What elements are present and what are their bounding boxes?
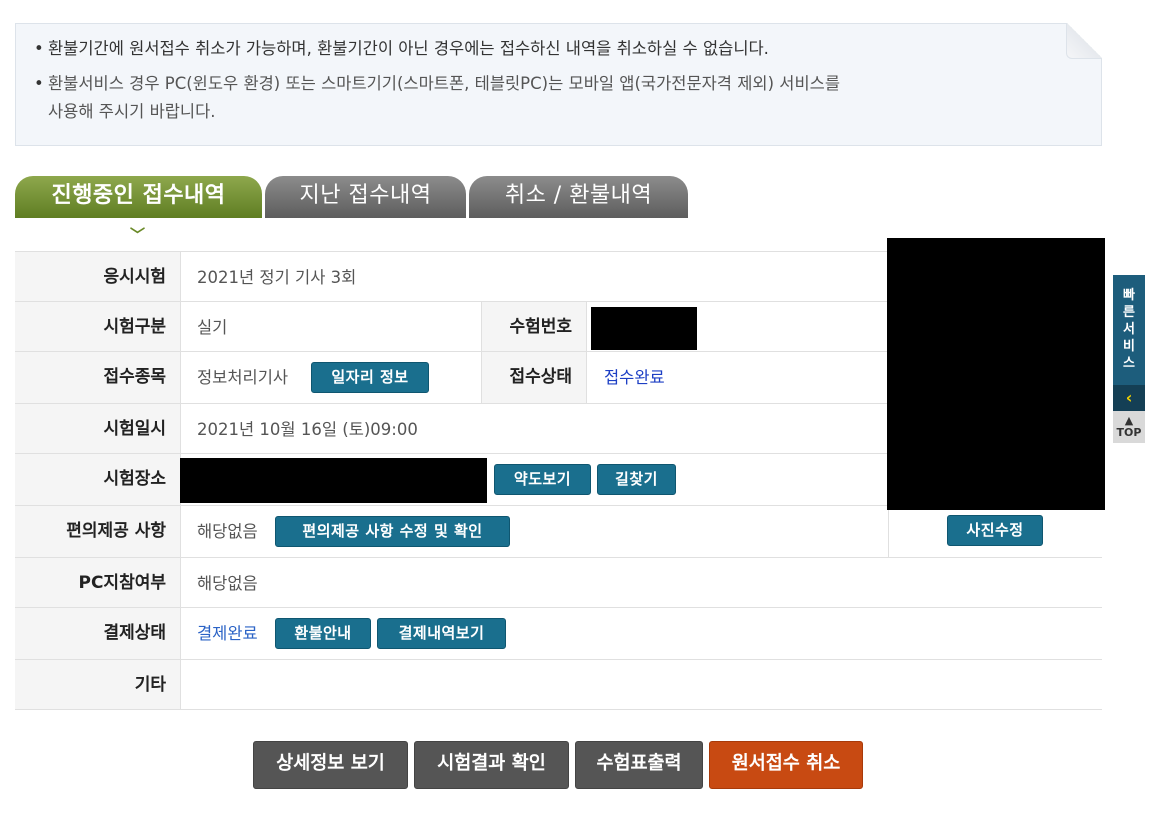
cancel-application-button[interactable]: 원서접수 취소 — [709, 741, 863, 789]
label-pc: PC지참여부 — [15, 558, 181, 607]
notice-text: 사용해 주시기 바랍니다. — [48, 102, 216, 121]
chevron-left-icon[interactable]: ‹ — [1113, 385, 1145, 411]
label-subject: 접수종목 — [15, 352, 181, 403]
label-payment: 결제상태 — [15, 608, 181, 659]
label-convenience: 편의제공 사항 — [15, 506, 181, 557]
notice-item: 환불기간에 원서접수 취소가 가능하며, 환불기간이 아닌 경우에는 접수하신 … — [34, 38, 1054, 60]
value-category: 실기 — [197, 318, 228, 337]
top-label: TOP — [1116, 426, 1142, 439]
route-button[interactable]: 길찾기 — [597, 464, 676, 495]
table-row: 편의제공 사항 해당없음 편의제공 사항 수정 및 확인 사진수정 — [15, 506, 1102, 558]
redacted-exam-number — [591, 307, 697, 350]
tab-past-applications[interactable]: 지난 접수내역 — [265, 176, 466, 218]
refund-info-button[interactable]: 환불안내 — [275, 618, 371, 649]
redacted-photo — [887, 238, 1105, 510]
notice-list: 환불기간에 원서접수 취소가 가능하며, 환불기간이 아닌 경우에는 접수하신 … — [34, 38, 1054, 136]
convenience-edit-button[interactable]: 편의제공 사항 수정 및 확인 — [275, 516, 510, 547]
detail-info-button[interactable]: 상세정보 보기 — [253, 741, 408, 789]
notice-text: 환불서비스 경우 PC(윈도우 환경) 또는 스마트기기(스마트폰, 테블릿PC… — [48, 74, 840, 93]
label-category: 시험구분 — [15, 302, 181, 351]
tab-cancel-refund[interactable]: 취소 / 환불내역 — [469, 176, 688, 218]
exam-result-button[interactable]: 시험결과 확인 — [414, 741, 569, 789]
value-convenience: 해당없음 — [197, 522, 258, 541]
photo-edit-button[interactable]: 사진수정 — [947, 515, 1043, 546]
table-row: PC지참여부 해당없음 — [15, 558, 1102, 608]
chevron-down-icon: ﹀ — [130, 226, 146, 244]
notice-item: 환불서비스 경우 PC(윈도우 환경) 또는 스마트기기(스마트폰, 테블릿PC… — [34, 70, 1054, 126]
value-subject: 정보처리기사 — [197, 368, 289, 387]
job-info-button[interactable]: 일자리 정보 — [311, 362, 429, 393]
quick-service-label: 빠른서비스 — [1123, 288, 1135, 371]
tab-current-applications[interactable]: 진행중인 접수내역 — [15, 176, 262, 218]
notice-box: 환불기간에 원서접수 취소가 가능하며, 환불기간이 아닌 경우에는 접수하신 … — [15, 23, 1102, 146]
label-status: 접수상태 — [481, 352, 587, 403]
quick-service-button[interactable]: 빠른서비스 — [1113, 275, 1145, 385]
page-fold-decoration — [1066, 23, 1102, 59]
label-place: 시험장소 — [15, 454, 181, 505]
value-pc: 해당없음 — [197, 574, 258, 593]
value-exam: 2021년 정기 기사 3회 — [197, 268, 357, 287]
divider — [888, 506, 889, 558]
value-payment: 결제완료 — [197, 624, 258, 643]
map-button[interactable]: 약도보기 — [494, 464, 591, 495]
table-row: 결제상태 결제완료 환불안내 결제내역보기 — [15, 608, 1102, 660]
label-exam-number: 수험번호 — [481, 302, 587, 351]
label-etc: 기타 — [15, 660, 181, 709]
label-exam: 응시시험 — [15, 252, 181, 301]
payment-history-button[interactable]: 결제내역보기 — [377, 618, 506, 649]
top-button[interactable]: ▲ TOP — [1113, 411, 1145, 443]
quick-service-panel: 빠른서비스 ‹ ▲ TOP — [1113, 275, 1145, 443]
label-date: 시험일시 — [15, 404, 181, 453]
value-status: 접수완료 — [604, 368, 665, 387]
print-ticket-button[interactable]: 수험표출력 — [575, 741, 703, 789]
value-date: 2021년 10월 16일 (토)09:00 — [197, 420, 418, 439]
redacted-place — [180, 458, 487, 503]
table-row: 기타 — [15, 660, 1102, 710]
